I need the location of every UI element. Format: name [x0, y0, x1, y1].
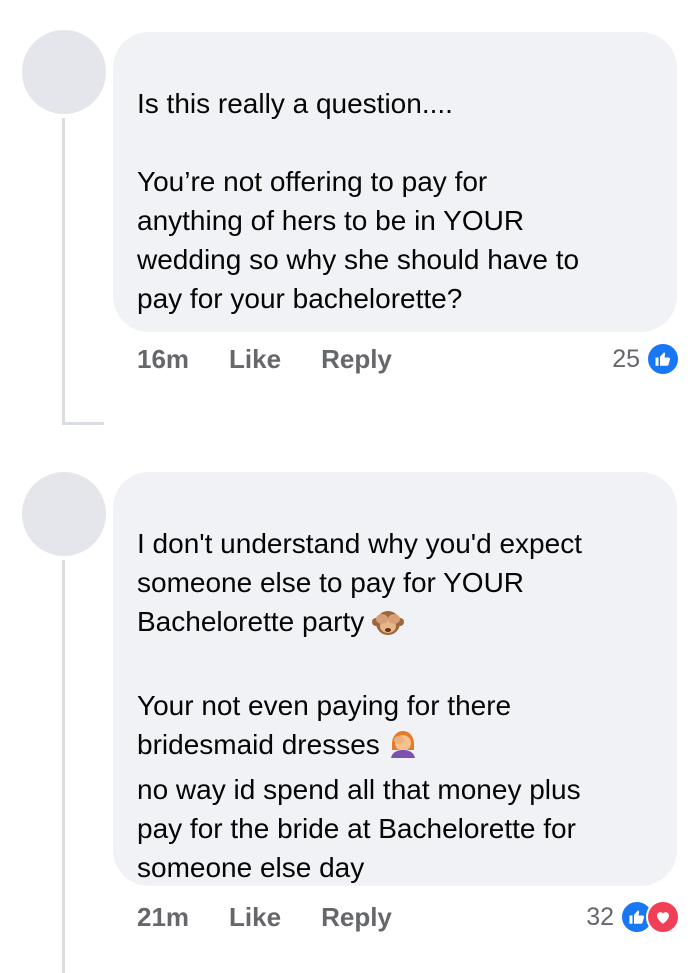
comment-actions: 16m Like Reply [137, 344, 392, 375]
comment-text: I don't understand why you'd expect some… [137, 524, 647, 647]
comment-text: no way id spend all that money plus pay … [137, 774, 581, 883]
reaction-summary[interactable]: 25 [612, 342, 680, 376]
comment-text-part: I don't understand why you'd expect some… [137, 528, 582, 637]
see-no-evil-monkey-emoji [372, 607, 405, 647]
woman-facepalming-emoji [388, 728, 418, 770]
comment-text: Your not even paying for there bridesmai… [137, 686, 647, 770]
reaction-count: 25 [612, 344, 640, 373]
timestamp[interactable]: 21m [137, 902, 189, 933]
comment-text-part: Your not even paying for there bridesmai… [137, 690, 512, 760]
thread-line [62, 560, 65, 973]
comment-bubble: Is this really a question.... You’re not… [113, 32, 677, 332]
reply-button[interactable]: Reply [321, 902, 392, 933]
like-icon [646, 342, 680, 376]
avatar[interactable] [22, 30, 106, 114]
thread-line [62, 118, 65, 424]
like-button[interactable]: Like [229, 902, 281, 933]
comment-text: Is this really a question.... [137, 88, 453, 119]
thread-line-curve [62, 422, 104, 425]
reaction-count: 32 [586, 902, 614, 931]
love-icon [646, 900, 680, 934]
comment-actions: 21m Like Reply [137, 902, 392, 933]
comment-text: You’re not offering to pay for anything … [137, 166, 580, 314]
avatar[interactable] [22, 472, 106, 556]
timestamp[interactable]: 16m [137, 344, 189, 375]
reaction-summary[interactable]: 32 [586, 900, 680, 934]
comment-bubble: I don't understand why you'd expect some… [113, 472, 677, 886]
like-button[interactable]: Like [229, 344, 281, 375]
reply-button[interactable]: Reply [321, 344, 392, 375]
